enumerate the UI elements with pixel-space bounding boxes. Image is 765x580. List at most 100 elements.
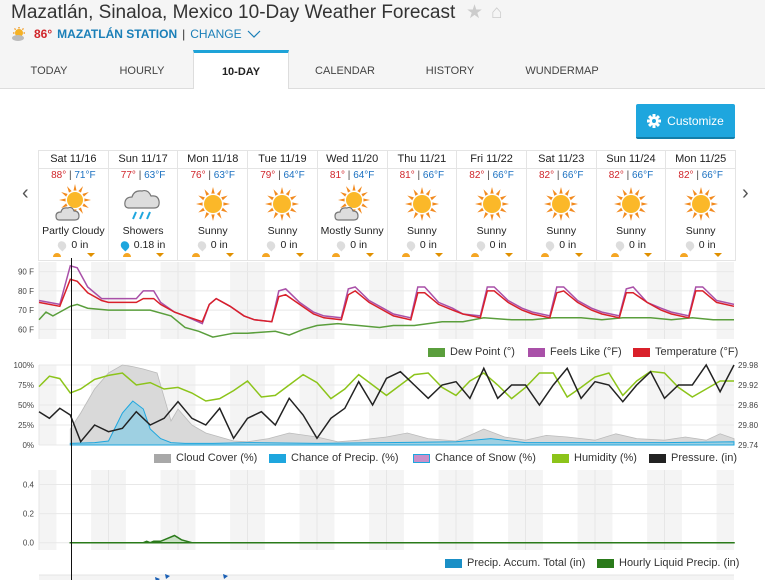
night-band xyxy=(91,470,109,550)
legend-dew-point[interactable]: Dew Point (°) xyxy=(428,346,515,358)
low-temp: 71°F xyxy=(74,170,96,181)
separator: | xyxy=(417,170,421,181)
day-column[interactable]: Fri 11/22 82° | 66°F Sunny 0 in xyxy=(457,151,527,260)
station-link[interactable]: MAZATLÁN STATION xyxy=(57,27,177,41)
legend-label: Humidity (%) xyxy=(574,452,637,464)
change-station-link[interactable]: CHANGE xyxy=(190,27,241,41)
prev-days-arrow[interactable]: ‹ xyxy=(22,182,29,205)
precip-amount: 0 in xyxy=(666,238,735,252)
sunny-icon xyxy=(613,187,648,221)
precip-amount: 0 in xyxy=(388,238,457,252)
sunset-icon xyxy=(295,253,304,257)
star-icon[interactable]: ★ xyxy=(466,3,483,22)
night-band xyxy=(438,470,456,550)
night-band xyxy=(230,470,248,550)
legend-label: Feels Like (°F) xyxy=(550,346,622,358)
condition: Sunny xyxy=(406,225,437,237)
legend-humidity[interactable]: Humidity (%) xyxy=(552,452,637,464)
day-column[interactable]: Sat 11/23 82° | 66°F Sunny 0 in xyxy=(526,151,597,260)
condition: Sunny xyxy=(685,225,716,237)
low-temp: 66°F xyxy=(422,170,445,181)
night-band xyxy=(456,470,474,550)
hi-lo-temp: 76° | 63°F xyxy=(178,170,247,181)
precip-amount: 0 in xyxy=(527,238,596,252)
y-tick-label: 0.0 xyxy=(23,539,35,548)
home-icon[interactable]: ⌂ xyxy=(491,3,502,22)
low-temp: 66°F xyxy=(562,170,584,181)
weather-icon xyxy=(262,184,302,224)
high-temp: 81° xyxy=(399,170,415,181)
high-temp: 79° xyxy=(260,170,276,181)
precip-value: 0 in xyxy=(71,239,89,251)
day-name: Fri 11/22 xyxy=(457,151,526,169)
legend-hourly-liquid[interactable]: Hourly Liquid Precip. (in) xyxy=(597,557,739,569)
raindrop-icon xyxy=(544,238,557,252)
precip-amount: 0 in xyxy=(39,238,108,252)
day-column[interactable]: Thu 11/21 81° | 66°F Sunny 0 in xyxy=(387,151,458,260)
night-band xyxy=(438,262,456,339)
tab-10-day[interactable]: 10-DAY xyxy=(193,50,289,89)
condition: Sunny xyxy=(546,225,577,237)
y-tick-label-right: 29.86 xyxy=(738,401,759,410)
high-temp: 82° xyxy=(678,170,694,181)
day-name: Wed 11/20 xyxy=(317,151,387,169)
legend-chance-snow[interactable]: Chance of Snow (%) xyxy=(413,452,536,464)
hi-lo-temp: 88° | 71°F xyxy=(39,170,108,181)
sunrise-icon xyxy=(331,253,340,257)
legend-chance-precip[interactable]: Chance of Precip. (%) xyxy=(269,452,399,464)
raindrop-icon xyxy=(265,238,278,252)
raindrop-icon xyxy=(474,238,487,252)
customize-button[interactable]: Customize xyxy=(636,104,735,139)
separator: | xyxy=(626,170,630,181)
legend-pressure[interactable]: Pressure. (in) xyxy=(649,452,737,464)
high-temp: 77° xyxy=(120,170,136,181)
legend-label: Chance of Precip. (%) xyxy=(291,452,399,464)
day-column[interactable]: Mon 11/18 76° | 63°F Sunny 0 in xyxy=(178,151,249,260)
legend-precip-accum[interactable]: Precip. Accum. Total (in) xyxy=(445,557,585,569)
day-column[interactable]: Sun 11/17 77° | 63°F Showers 0.18 in xyxy=(108,151,179,260)
partly-cloudy-icon xyxy=(12,27,25,41)
day-name: Thu 11/21 xyxy=(387,151,457,169)
separator: | xyxy=(68,170,72,181)
day-column[interactable]: Sun 11/24 82° | 66°F Sunny 0 in xyxy=(596,151,667,260)
tab-calendar[interactable]: CALENDAR xyxy=(305,50,385,88)
weather-icon xyxy=(681,184,721,224)
night-band xyxy=(664,470,682,550)
legend-temperature[interactable]: Temperature (°F) xyxy=(633,346,738,358)
day-column[interactable]: Wed 11/20 81° | 64°F Mostly Sunny 0 in xyxy=(317,151,388,260)
precip-amount: 0 in xyxy=(248,238,317,252)
tab-hourly[interactable]: HOURLY xyxy=(110,50,174,88)
chevron-down-icon[interactable] xyxy=(247,30,261,38)
day-column[interactable]: Tue 11/19 79° | 64°F Sunny 0 in xyxy=(248,151,318,260)
low-temp: 64°F xyxy=(353,170,375,181)
sunny-icon xyxy=(404,187,439,221)
tab-history[interactable]: HISTORY xyxy=(418,50,482,88)
sunrise-icon xyxy=(610,253,619,257)
next-days-arrow[interactable]: › xyxy=(742,182,749,205)
day-name: Mon 11/25 xyxy=(666,151,736,169)
night-band xyxy=(317,470,335,550)
high-temp: 82° xyxy=(608,170,624,181)
night-band xyxy=(647,470,665,550)
legend-cloud-cover[interactable]: Cloud Cover (%) xyxy=(154,452,257,464)
showers-icon xyxy=(124,189,160,220)
separator: | xyxy=(347,170,351,181)
day-column[interactable]: Mon 11/25 82° | 66°F Sunny 0 in xyxy=(666,151,736,260)
condition: Partly Cloudy xyxy=(42,225,105,237)
precip-amount: 0.18 in xyxy=(109,238,178,252)
sunset-icon xyxy=(644,253,653,257)
weather-icon xyxy=(53,184,93,224)
day-column[interactable]: Sat 11/16 88° | 71°F Partly Cloudy 0 in xyxy=(39,151,109,260)
sunrise-icon xyxy=(471,253,480,257)
weather-icon xyxy=(332,184,372,224)
precip-amount: 0 in xyxy=(597,238,666,252)
y-tick-label: 90 F xyxy=(18,268,34,277)
legend-label: Cloud Cover (%) xyxy=(176,452,258,464)
y-tick-label-left: 50% xyxy=(18,401,34,410)
condition: Sunny xyxy=(476,225,507,237)
tab-wundermap[interactable]: WUNDERMAP xyxy=(522,50,602,88)
tab-today[interactable]: TODAY xyxy=(17,50,81,88)
daily-forecast-strip: Sat 11/16 88° | 71°F Partly Cloudy 0 in … xyxy=(38,150,736,261)
legend-feels-like[interactable]: Feels Like (°F) xyxy=(528,346,622,358)
legend-label: Chance of Snow (%) xyxy=(435,452,536,464)
